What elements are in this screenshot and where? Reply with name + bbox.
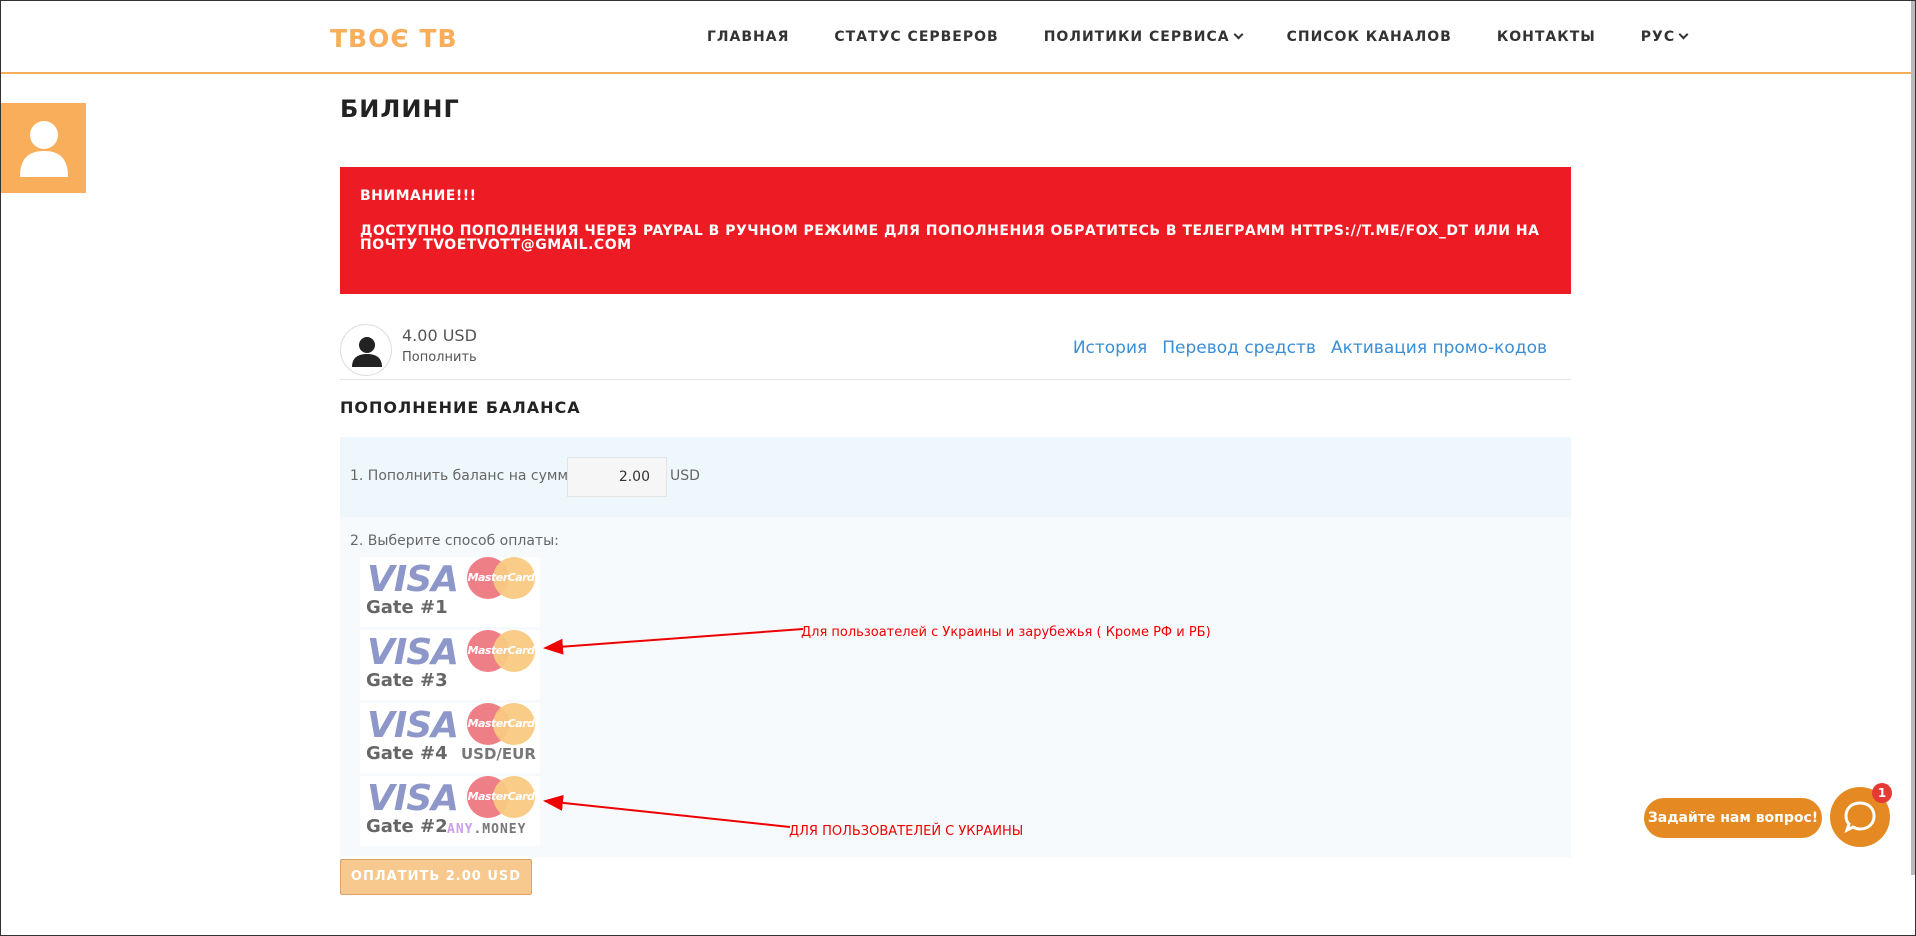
- chat-prompt[interactable]: Задайте нам вопрос!: [1644, 798, 1822, 838]
- annotation-gate2: ДЛЯ ПОЛЬЗОВАТЕЛЕЙ С УКРАИНЫ: [789, 824, 1024, 839]
- annotation-gate3: Для пользоателей с Украины и зарубежья (…: [801, 625, 1211, 640]
- annotation-arrows: [543, 628, 804, 828]
- chat-unread-badge: 1: [1872, 783, 1892, 803]
- arrow-gate2: [543, 794, 791, 828]
- arrow-gate3: [543, 628, 804, 655]
- chat-icon: [1844, 801, 1876, 833]
